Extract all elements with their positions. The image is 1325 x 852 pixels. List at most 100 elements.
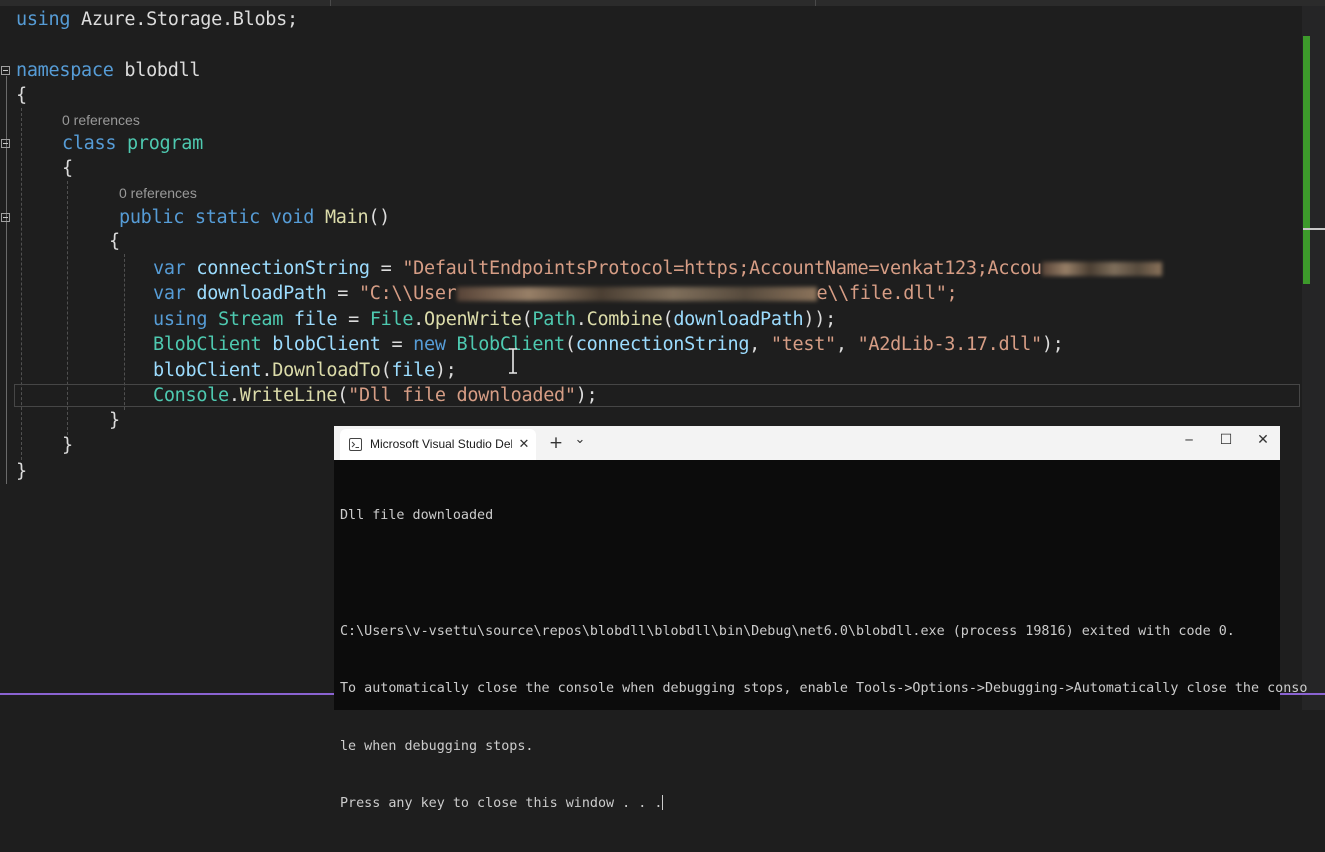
string-literal: "Dll file downloaded" bbox=[348, 385, 576, 406]
maximize-button[interactable]: ☐ bbox=[1211, 426, 1241, 454]
console-tab[interactable]: Microsoft Visual Studio Debug Console ✕ bbox=[340, 429, 536, 460]
punctuation: ); bbox=[575, 385, 598, 406]
tab-close-icon[interactable]: ✕ bbox=[516, 429, 532, 460]
codelens-references[interactable]: 0 references bbox=[119, 183, 197, 203]
debug-console-window[interactable]: Microsoft Visual Studio Debug Console ✕ … bbox=[334, 426, 1307, 811]
variable: file bbox=[293, 309, 338, 330]
code-line-connection-string: var connectionString = "DefaultEndpoints… bbox=[153, 256, 1301, 281]
parens: () bbox=[368, 207, 390, 228]
console-line: Dll file downloaded bbox=[340, 508, 494, 524]
collapse-class-icon[interactable] bbox=[1, 139, 10, 148]
keyword: var bbox=[153, 258, 186, 279]
close-window-button[interactable]: ✕ bbox=[1248, 426, 1278, 454]
code-line-brace: } bbox=[109, 408, 120, 433]
collapse-method-icon[interactable] bbox=[1, 213, 10, 222]
keyword: public bbox=[119, 207, 185, 228]
console-cursor bbox=[662, 795, 664, 811]
code-line-class: class program bbox=[62, 131, 203, 156]
keyword: using bbox=[16, 9, 71, 30]
variable: blobClient bbox=[153, 360, 262, 381]
console-line: C:\Users\v-vsettu\source\repos\blobdll\b… bbox=[340, 623, 1235, 639]
string-literal: "test" bbox=[770, 334, 836, 355]
type-name: File bbox=[369, 309, 414, 330]
punctuation: )); bbox=[803, 309, 836, 330]
variable: blobClient bbox=[272, 334, 381, 355]
keyword: var bbox=[153, 283, 186, 304]
brace: } bbox=[16, 461, 27, 482]
code-line-write-line: Console.WriteLine("Dll file downloaded")… bbox=[153, 385, 598, 406]
operator: = bbox=[337, 283, 349, 304]
keyword: static bbox=[194, 207, 260, 228]
brace: { bbox=[109, 231, 120, 252]
codelens-references[interactable]: 0 references bbox=[62, 110, 140, 130]
redacted-text bbox=[1041, 262, 1162, 276]
type-name: Path bbox=[532, 309, 576, 330]
text-cursor-icon bbox=[509, 348, 517, 374]
variable: downloadPath bbox=[673, 309, 804, 330]
code-line-download-to: blobClient.DownloadTo(file); bbox=[153, 360, 457, 381]
fold-line bbox=[6, 76, 7, 484]
code-line-brace: { bbox=[109, 229, 120, 254]
code-line-using: using Azure.Storage.Blobs; bbox=[16, 7, 298, 32]
keyword: new bbox=[413, 334, 446, 355]
punctuation: ); bbox=[1041, 334, 1064, 355]
brace: } bbox=[62, 435, 73, 456]
type-name: Console bbox=[153, 385, 229, 406]
console-line: le when debugging stops. bbox=[340, 738, 534, 754]
punctuation: ); bbox=[434, 360, 457, 381]
variable: connectionString bbox=[196, 258, 370, 279]
namespace-name: blobdll bbox=[124, 60, 201, 81]
code-line-brace: } bbox=[62, 433, 73, 458]
variable: connectionString bbox=[575, 334, 750, 355]
minimize-button[interactable]: ─ bbox=[1174, 426, 1204, 454]
console-titlebar[interactable]: Microsoft Visual Studio Debug Console ✕ … bbox=[334, 426, 1280, 460]
variable: downloadPath bbox=[196, 283, 327, 304]
scrollbar-caret-marker bbox=[1303, 228, 1325, 230]
console-line: Press any key to close this window . . . bbox=[340, 796, 663, 812]
string-literal: e\\file.dll"; bbox=[816, 283, 958, 304]
class-name: program bbox=[127, 133, 203, 154]
type-name: Stream bbox=[218, 309, 284, 330]
code-line-blob-client: BlobClient blobClient = new BlobClient(c… bbox=[153, 334, 1064, 355]
console-line: To automatically close the console when … bbox=[340, 681, 1308, 697]
scrollbar-change-marker bbox=[1303, 36, 1310, 284]
string-literal: "DefaultEndpointsProtocol=https;AccountN… bbox=[402, 258, 1042, 279]
redacted-text bbox=[456, 287, 817, 301]
string-literal: "A2dLib-3.17.dll" bbox=[857, 334, 1043, 355]
keyword: using bbox=[153, 309, 208, 330]
method-name: WriteLine bbox=[239, 385, 338, 406]
code-line-brace: } bbox=[16, 459, 27, 484]
tab-strip-edge bbox=[0, 0, 1325, 6]
collapse-namespace-icon[interactable] bbox=[1, 66, 10, 75]
terminal-icon bbox=[349, 438, 362, 451]
keyword: class bbox=[62, 133, 117, 154]
new-tab-button[interactable]: + bbox=[547, 429, 565, 457]
console-line-prompt: Press any key to close this window . . . bbox=[340, 794, 1272, 813]
code-line-download-path: var downloadPath = "C:\\User e\\file.dll"… bbox=[153, 281, 958, 306]
code-line-namespace: namespace blobdll bbox=[16, 58, 201, 83]
type-name: BlobClient bbox=[153, 334, 262, 355]
console-tab-title: Microsoft Visual Studio Debug Console bbox=[370, 437, 512, 451]
variable: file bbox=[391, 360, 435, 381]
method-name: Main bbox=[324, 207, 369, 228]
code-line-stream: using Stream file = File.OpenWrite(Path.… bbox=[153, 309, 836, 330]
tab-separator bbox=[330, 0, 331, 6]
operator: = bbox=[391, 334, 403, 355]
code-line-main: public static void Main() bbox=[119, 205, 390, 230]
tab-separator bbox=[815, 0, 816, 6]
console-output[interactable]: Dll file downloaded C:\Users\v-vsettu\so… bbox=[340, 468, 1308, 852]
string-literal: "C:\\User bbox=[358, 283, 457, 304]
method-name: OpenWrite bbox=[424, 309, 522, 330]
brace: { bbox=[16, 85, 27, 106]
code-line-brace: { bbox=[62, 156, 73, 181]
indent-guide bbox=[21, 108, 22, 460]
method-name: Combine bbox=[586, 309, 663, 330]
namespace-ref: Azure.Storage.Blobs; bbox=[81, 9, 298, 30]
operator: = bbox=[380, 258, 392, 279]
brace: { bbox=[62, 158, 73, 179]
method-name: DownloadTo bbox=[272, 360, 381, 381]
keyword: void bbox=[270, 207, 315, 228]
keyword: namespace bbox=[16, 60, 114, 81]
dropdown-chevron-icon[interactable]: ⌄ bbox=[571, 426, 589, 454]
